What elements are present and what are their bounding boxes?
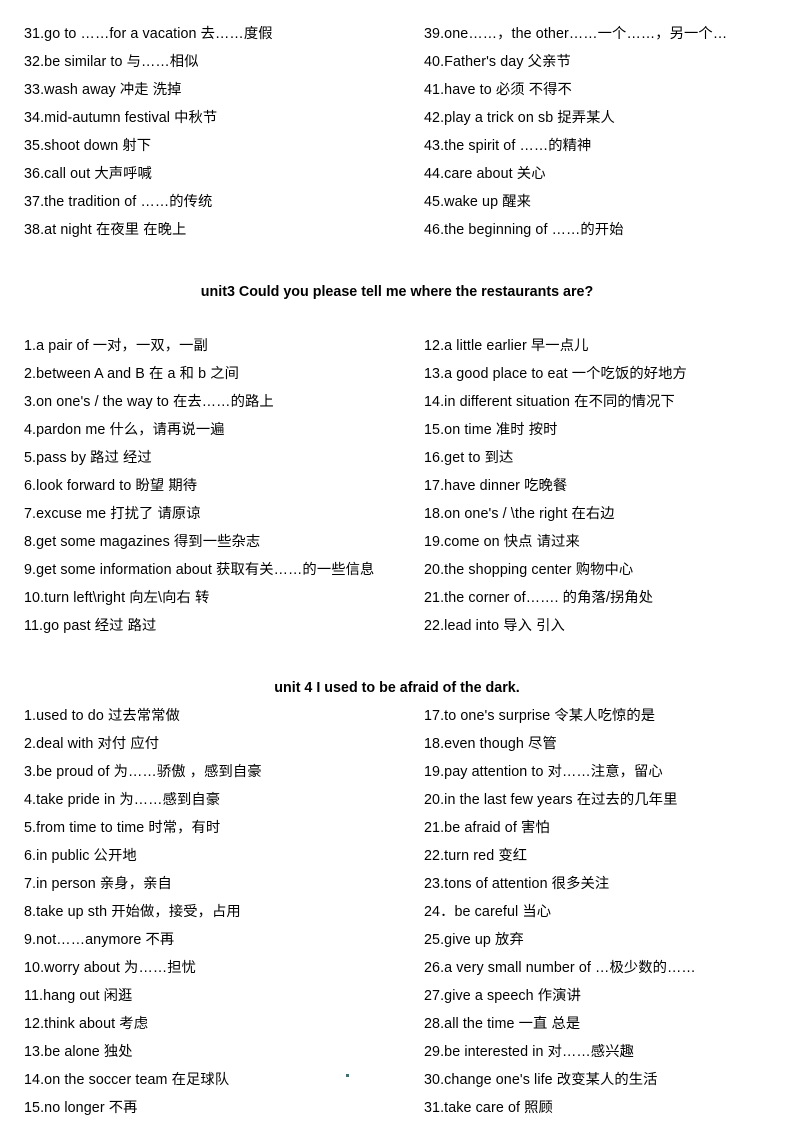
unit4-heading: unit 4 I used to be afraid of the dark. xyxy=(274,680,520,696)
phrase-entry: 33.wash away 冲走 洗掉 xyxy=(24,82,182,98)
phrase-entry: 11.go past 经过 路过 xyxy=(24,618,157,634)
phrase-entry: 22.turn red 变红 xyxy=(424,848,528,864)
phrase-entry: 39.one……，the other……一个……，另一个… xyxy=(424,26,728,42)
unit2-left-column: 31.go to ……for a vacation 去……度假 32.be si… xyxy=(24,20,424,244)
phrase-entry: 18.even though 尽管 xyxy=(424,736,557,752)
phrase-entry: 46.the beginning of ……的开始 xyxy=(424,222,624,238)
unit4-left-column: 1.used to do 过去常常做 2.deal with 对付 应付 3.b… xyxy=(24,702,424,1123)
phrase-entry: 2.between A and B 在 a 和 b 之间 xyxy=(24,366,239,382)
phrase-entry: 20.in the last few years 在过去的几年里 xyxy=(424,792,678,808)
phrase-entry: 9.not……anymore 不再 xyxy=(24,932,175,948)
phrase-entry: 3.on one's / the way to 在去……的路上 xyxy=(24,394,274,410)
phrase-entry: 7.in person 亲身，亲自 xyxy=(24,876,172,892)
phrase-entry: 14.in different situation 在不同的情况下 xyxy=(424,394,675,410)
phrase-entry: 5.pass by 路过 经过 xyxy=(24,450,152,466)
phrase-entry: 9.get some information about 获取有关……的一些信息 xyxy=(24,562,375,578)
phrase-entry: 12.think about 考虑 xyxy=(24,1016,149,1032)
phrase-entry: 37.the tradition of ……的传统 xyxy=(24,194,213,210)
phrase-entry: 32.be similar to 与……相似 xyxy=(24,54,199,70)
unit3-heading: unit3 Could you please tell me where the… xyxy=(200,284,594,300)
unit3-right-column: 12.a little earlier 早一点儿 13.a good place… xyxy=(424,332,770,640)
phrase-entry: 8.get some magazines 得到一些杂志 xyxy=(24,534,261,550)
unit3-columns: 1.a pair of 一对，一双，一副 2.between A and B 在… xyxy=(24,332,770,640)
phrase-entry: 36.call out 大声呼喊 xyxy=(24,166,152,182)
phrase-entry: 13.a good place to eat 一个吃饭的好地方 xyxy=(424,366,687,382)
phrase-entry: 25.give up 放弃 xyxy=(424,932,524,948)
phrase-entry: 5.from time to time 时常，有时 xyxy=(24,820,221,836)
phrase-entry: 19.pay attention to 对……注意，留心 xyxy=(424,764,663,780)
phrase-entry: 45.wake up 醒来 xyxy=(424,194,531,210)
phrase-entry: 14.on the soccer team 在足球队 xyxy=(24,1072,230,1088)
phrase-entry: 24．be careful 当心 xyxy=(424,904,552,920)
unit2-right-column: 39.one……，the other……一个……，另一个… 40.Father'… xyxy=(424,20,770,244)
unit3-left-column: 1.a pair of 一对，一双，一副 2.between A and B 在… xyxy=(24,332,424,640)
phrase-entry: 27.give a speech 作演讲 xyxy=(424,988,581,1004)
document-page: 31.go to ……for a vacation 去……度假 32.be si… xyxy=(0,0,794,1123)
phrase-entry: 17.have dinner 吃晚餐 xyxy=(424,478,568,494)
phrase-entry: 4.pardon me 什么，请再说一遍 xyxy=(24,422,225,438)
phrase-entry: 41.have to 必须 不得不 xyxy=(424,82,572,98)
phrase-entry: 20.the shopping center 购物中心 xyxy=(424,562,634,578)
phrase-entry: 6.look forward to 盼望 期待 xyxy=(24,478,198,494)
phrase-entry: 44.care about 关心 xyxy=(424,166,546,182)
phrase-entry: 22.lead into 导入 引入 xyxy=(424,618,565,634)
phrase-entry: 34.mid-autumn festival 中秋节 xyxy=(24,110,218,126)
stray-mark xyxy=(346,1074,349,1077)
phrase-entry: 3.be proud of 为……骄傲 ，感到自豪 xyxy=(24,764,262,780)
phrase-entry: 21.be afraid of 害怕 xyxy=(424,820,550,836)
phrase-entry: 21.the corner of……. 的角落/拐角处 xyxy=(424,590,654,606)
phrase-entry: 40.Father's day 父亲节 xyxy=(424,54,571,70)
phrase-entry: 17.to one's surprise 令某人吃惊的是 xyxy=(424,708,656,724)
phrase-entry: 31.go to ……for a vacation 去……度假 xyxy=(24,26,273,42)
phrase-entry: 29.be interested in 对……感兴趣 xyxy=(424,1044,634,1060)
unit2-continued-columns: 31.go to ……for a vacation 去……度假 32.be si… xyxy=(24,20,770,244)
phrase-entry: 10.worry about 为……担忧 xyxy=(24,960,197,976)
phrase-entry: 15.no longer 不再 xyxy=(24,1100,138,1116)
document-content: 31.go to ……for a vacation 去……度假 32.be si… xyxy=(24,20,770,1123)
phrase-entry: 8.take up sth 开始做，接受，占用 xyxy=(24,904,241,920)
phrase-entry: 42.play a trick on sb 捉弄某人 xyxy=(424,110,615,126)
unit4-right-column: 17.to one's surprise 令某人吃惊的是 18.even tho… xyxy=(424,702,770,1123)
phrase-entry: 11.hang out 闲逛 xyxy=(24,988,133,1004)
phrase-entry: 1.used to do 过去常常做 xyxy=(24,708,180,724)
phrase-entry: 7.excuse me 打扰了 请原谅 xyxy=(24,506,201,522)
unit4-columns: 1.used to do 过去常常做 2.deal with 对付 应付 3.b… xyxy=(24,702,770,1123)
phrase-entry: 16.get to 到达 xyxy=(424,450,514,466)
phrase-entry: 4.take pride in 为……感到自豪 xyxy=(24,792,221,808)
phrase-entry: 35.shoot down 射下 xyxy=(24,138,152,154)
phrase-entry: 15.on time 准时 按时 xyxy=(424,422,558,438)
phrase-entry: 6.in public 公开地 xyxy=(24,848,137,864)
phrase-entry: 1.a pair of 一对，一双，一副 xyxy=(24,338,208,354)
phrase-entry: 23.tons of attention 很多关注 xyxy=(424,876,610,892)
phrase-entry: 31.take care of 照顾 xyxy=(424,1100,553,1116)
phrase-entry: 13.be alone 独处 xyxy=(24,1044,133,1060)
phrase-entry: 12.a little earlier 早一点儿 xyxy=(424,338,589,354)
phrase-entry: 18.on one's / \the right 在右边 xyxy=(424,506,615,522)
phrase-entry: 2.deal with 对付 应付 xyxy=(24,736,160,752)
phrase-entry: 10.turn left\right 向左\向右 转 xyxy=(24,590,210,606)
phrase-entry: 38.at night 在夜里 在晚上 xyxy=(24,222,187,238)
phrase-entry: 26.a very small number of …极少数的…… xyxy=(424,960,696,976)
phrase-entry: 19.come on 快点 请过来 xyxy=(424,534,580,550)
phrase-entry: 28.all the time 一直 总是 xyxy=(424,1016,581,1032)
phrase-entry: 30.change one's life 改变某人的生活 xyxy=(424,1072,658,1088)
phrase-entry: 43.the spirit of ……的精神 xyxy=(424,138,592,154)
